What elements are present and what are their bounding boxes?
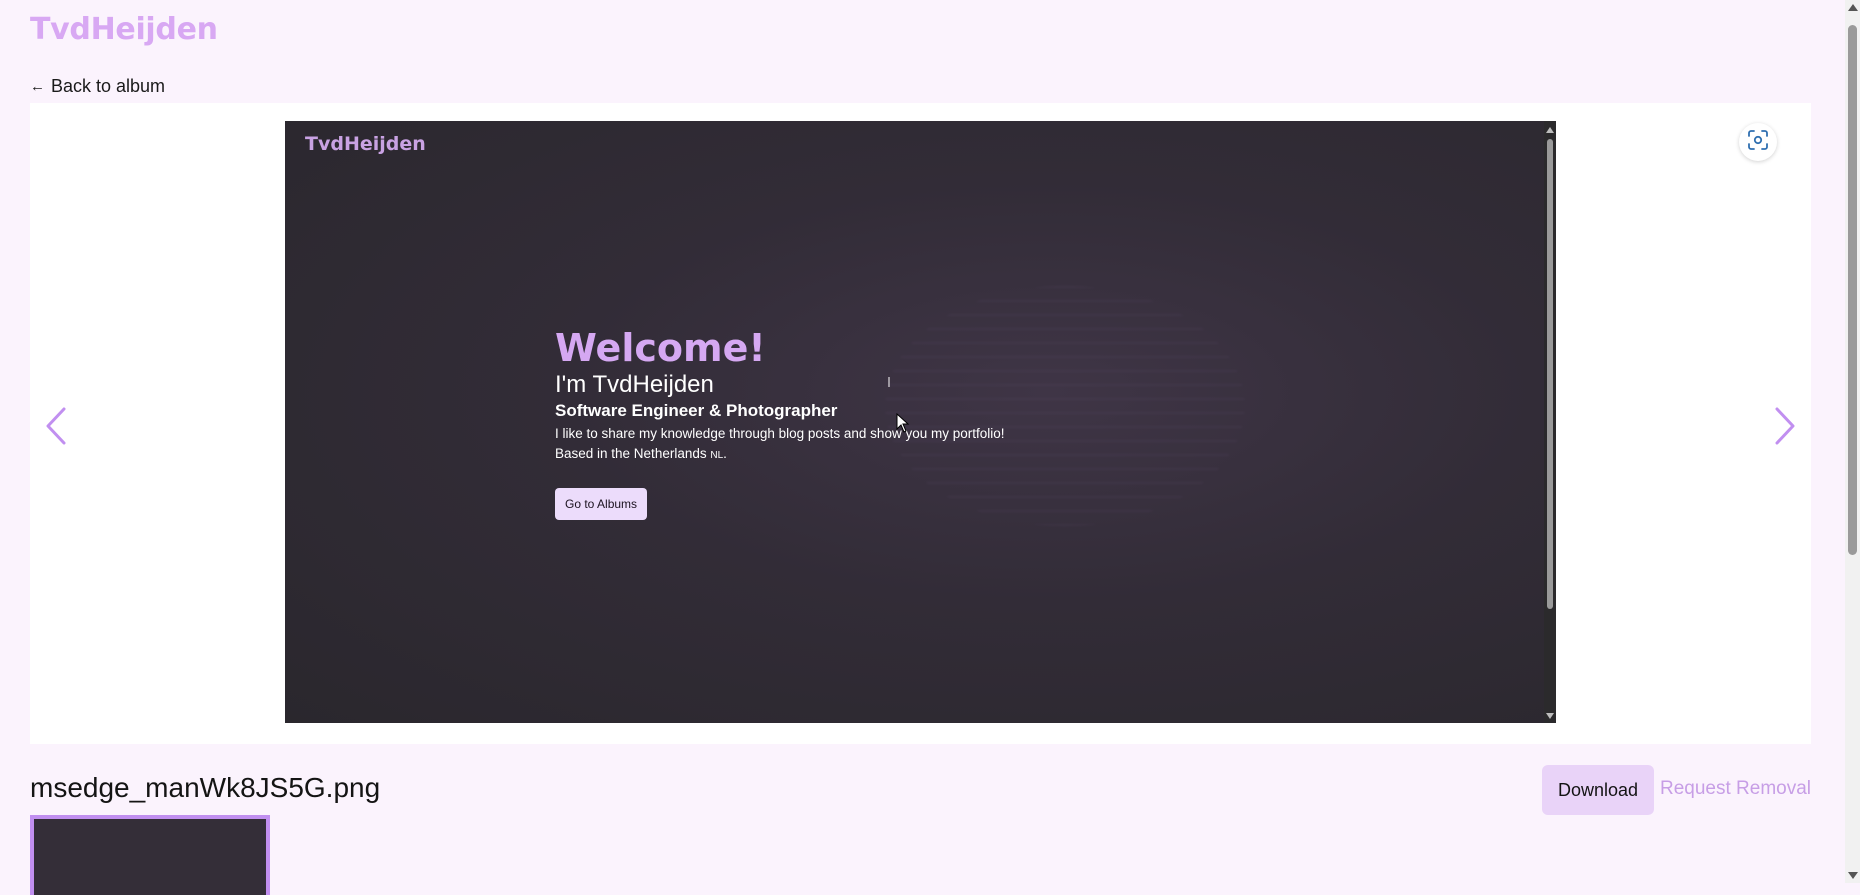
screenshot-logo: TvdHeijden bbox=[305, 133, 426, 155]
back-to-album-link[interactable]: ← Back to album bbox=[30, 76, 165, 97]
photo-filename: msedge_manWk8JS5G.png bbox=[30, 772, 381, 803]
displayed-screenshot: TvdHeijden Welcome! I'm TvdHeijden Softw… bbox=[285, 121, 1556, 723]
scroll-up-icon bbox=[1546, 127, 1554, 133]
fullscreen-button[interactable] bbox=[1739, 123, 1777, 161]
site-logo[interactable]: TvdHeijden bbox=[30, 12, 218, 47]
screenshot-role: Software Engineer & Photographer bbox=[555, 401, 838, 420]
text-cursor-icon bbox=[888, 377, 890, 387]
page-scrollbar-thumb[interactable] bbox=[1848, 25, 1857, 555]
scroll-up-icon[interactable] bbox=[1848, 4, 1858, 11]
scroll-down-icon bbox=[1546, 713, 1554, 719]
screenshot-name: I'm TvdHeijden bbox=[555, 371, 714, 398]
mouse-pointer-icon bbox=[896, 413, 910, 433]
screenshot-scrollbar-thumb bbox=[1547, 139, 1553, 609]
image-viewer: TvdHeijden Welcome! I'm TvdHeijden Softw… bbox=[30, 103, 1811, 744]
screenshot-welcome: Welcome! bbox=[555, 326, 766, 370]
request-removal-link[interactable]: Request Removal bbox=[1660, 778, 1811, 800]
screenshot-location: Based in the Netherlands NL. bbox=[555, 446, 727, 461]
screenshot-location-text: Based in the Netherlands bbox=[555, 446, 707, 461]
arrow-left-icon: ← bbox=[30, 78, 45, 95]
screenshot-hero: Welcome! I'm TvdHeijden Software Enginee… bbox=[555, 326, 1005, 520]
screenshot-description: I like to share my knowledge through blo… bbox=[555, 426, 1005, 441]
page-scrollbar[interactable] bbox=[1845, 0, 1860, 883]
download-button[interactable]: Download bbox=[1542, 765, 1654, 815]
screenshot-go-to-albums-button: Go to Albums bbox=[555, 488, 648, 520]
back-link-label: Back to album bbox=[51, 76, 166, 96]
country-code: NL bbox=[710, 450, 724, 461]
chevron-right-icon[interactable] bbox=[1767, 403, 1803, 449]
page: TvdHeijden ← Back to album TvdHeijden We… bbox=[0, 0, 1845, 895]
chevron-left-icon[interactable] bbox=[38, 403, 74, 449]
screenshot-scrollbar bbox=[1544, 121, 1556, 723]
thumbnail-selected[interactable] bbox=[30, 815, 270, 895]
scroll-down-icon[interactable] bbox=[1848, 872, 1858, 879]
focus-frame-icon bbox=[1747, 129, 1769, 156]
